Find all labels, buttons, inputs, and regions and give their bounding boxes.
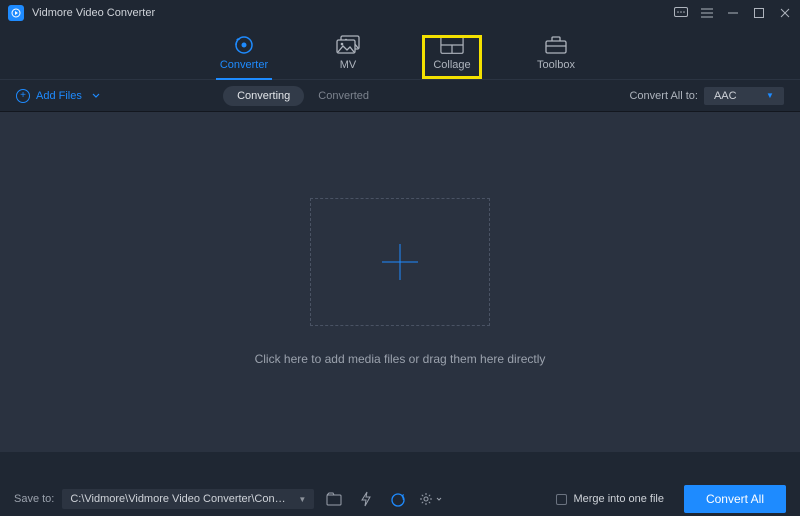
convert-all-button[interactable]: Convert All — [684, 485, 786, 513]
footer-bar: Save to: C:\Vidmore\Vidmore Video Conver… — [0, 482, 800, 516]
drop-hint: Click here to add media files or drag th… — [255, 352, 546, 366]
settings-button[interactable] — [418, 488, 442, 510]
tab-converter[interactable]: Converter — [214, 35, 274, 79]
high-speed-button[interactable] — [386, 488, 410, 510]
toolbox-icon — [544, 35, 568, 55]
converter-icon — [232, 35, 256, 55]
plus-icon — [382, 244, 418, 280]
sub-toolbar: + Add Files Converting Converted Convert… — [0, 80, 800, 112]
feedback-icon[interactable] — [674, 6, 688, 20]
drop-zone[interactable] — [310, 198, 490, 326]
tab-collage[interactable]: Collage — [422, 35, 482, 79]
tab-label: Collage — [433, 59, 470, 71]
tab-toolbox[interactable]: Toolbox — [526, 35, 586, 79]
add-files-label: Add Files — [36, 90, 82, 102]
collage-icon — [440, 35, 464, 55]
tab-label: Converter — [220, 59, 268, 71]
mv-icon — [336, 35, 360, 55]
tab-mv[interactable]: MV — [318, 35, 378, 79]
merge-label: Merge into one file — [573, 493, 664, 505]
main-area: Click here to add media files or drag th… — [0, 112, 800, 452]
status-segmented: Converting Converted — [223, 86, 383, 106]
add-files-button[interactable]: + Add Files — [16, 89, 100, 103]
output-format-dropdown[interactable]: AAC ▼ — [704, 87, 784, 105]
minimize-icon[interactable] — [726, 6, 740, 20]
tab-label: Toolbox — [537, 59, 575, 71]
convert-all-to-label: Convert All to: — [629, 90, 697, 102]
plus-circle-icon: + — [16, 89, 30, 103]
maximize-icon[interactable] — [752, 6, 766, 20]
app-logo — [8, 5, 24, 21]
merge-checkbox[interactable]: Merge into one file — [556, 493, 664, 505]
tab-label: MV — [340, 59, 357, 71]
save-to-label: Save to: — [14, 493, 54, 505]
gpu-accel-button[interactable] — [354, 488, 378, 510]
save-path-value: C:\Vidmore\Vidmore Video Converter\Conve… — [70, 493, 290, 505]
chevron-down-icon: ▼ — [766, 91, 774, 100]
format-value: AAC — [714, 90, 737, 102]
segment-converting[interactable]: Converting — [223, 86, 304, 106]
spacer — [0, 452, 800, 482]
open-folder-button[interactable] — [322, 488, 346, 510]
menu-icon[interactable] — [700, 6, 714, 20]
save-path-dropdown[interactable]: C:\Vidmore\Vidmore Video Converter\Conve… — [62, 489, 314, 509]
title-bar: Vidmore Video Converter — [0, 0, 800, 26]
window-controls — [674, 6, 792, 20]
chevron-down-icon — [92, 93, 100, 99]
chevron-down-icon: ▼ — [298, 495, 306, 504]
main-tabs: Converter MV Collage Toolbox — [0, 26, 800, 80]
checkbox-icon — [556, 494, 567, 505]
close-icon[interactable] — [778, 6, 792, 20]
app-title: Vidmore Video Converter — [32, 7, 155, 19]
convert-all-to: Convert All to: AAC ▼ — [629, 87, 783, 105]
segment-converted[interactable]: Converted — [304, 86, 383, 106]
